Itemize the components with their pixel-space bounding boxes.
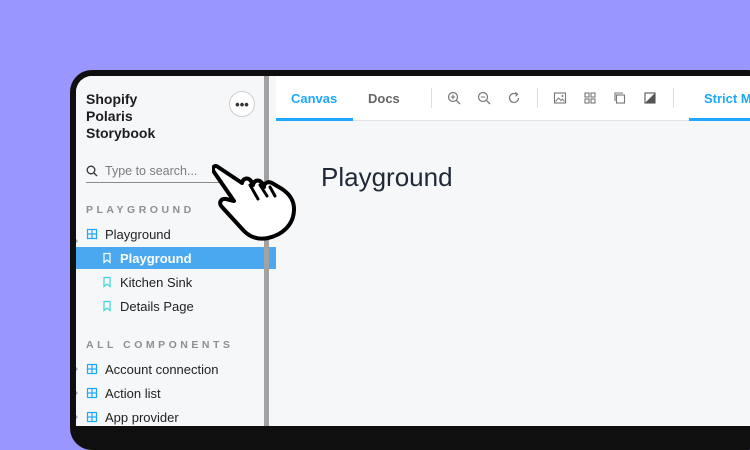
tree-story-kitchen-sink[interactable]: Kitchen Sink: [76, 271, 276, 293]
section-title-all-components: ALL COMPONENTS: [86, 339, 234, 351]
sidebar-resize-handle[interactable]: [264, 76, 269, 426]
tree-item-label: Playground: [105, 226, 171, 242]
component-icon: [86, 387, 98, 399]
tree-group-account-connection[interactable]: Account connection: [76, 358, 276, 380]
toolbar: Canvas Docs Strict M: [276, 76, 750, 121]
storybook-window: Shopify Polaris Storybook ••• PLAYGROUND…: [76, 76, 750, 426]
strict-mode-indicator: [689, 118, 750, 121]
active-tab-indicator: [276, 118, 353, 121]
grid-icon[interactable]: [583, 91, 597, 105]
tree-item-label: App provider: [105, 409, 179, 425]
tree-item-label: Details Page: [120, 298, 194, 314]
zoom-out-icon[interactable]: [477, 91, 491, 105]
tree-story-playground[interactable]: Playground: [76, 247, 276, 269]
contrast-icon[interactable]: [643, 91, 657, 105]
toolbar-divider: [431, 88, 432, 108]
tree-item-label: Account connection: [105, 361, 219, 377]
tab-docs[interactable]: Docs: [368, 76, 400, 120]
brand-line: Polaris: [86, 108, 133, 124]
reset-zoom-icon[interactable]: [507, 91, 521, 105]
tree-item-label: Action list: [105, 385, 161, 401]
preview-area: Canvas Docs Strict M Playground: [276, 76, 750, 426]
bookmark-icon: [101, 252, 113, 264]
component-icon: [86, 228, 98, 240]
brand-line: Storybook: [86, 125, 156, 141]
search-icon: [86, 165, 98, 177]
toolbar-divider: [673, 88, 674, 108]
toolbar-divider: [537, 88, 538, 108]
component-icon: [86, 363, 98, 375]
brand-title[interactable]: Shopify Polaris Storybook: [86, 91, 206, 142]
bookmark-icon: [101, 276, 113, 288]
section-title-playground: PLAYGROUND: [86, 204, 195, 216]
strict-mode-toggle[interactable]: Strict M: [704, 76, 750, 120]
tree-group-app-provider[interactable]: App provider: [76, 406, 276, 426]
tree-item-label: Kitchen Sink: [120, 274, 193, 290]
tab-canvas[interactable]: Canvas: [291, 76, 337, 120]
frame-icon[interactable]: [613, 91, 627, 105]
hand-pointer-icon: [212, 163, 296, 241]
bookmark-icon: [101, 300, 113, 312]
sidebar: Shopify Polaris Storybook ••• PLAYGROUND…: [76, 76, 276, 426]
image-icon[interactable]: [553, 91, 567, 105]
ellipsis-icon[interactable]: •••: [229, 91, 255, 117]
tree-story-details-page[interactable]: Details Page: [76, 295, 276, 317]
tree-item-label: Playground: [120, 250, 192, 266]
zoom-in-icon[interactable]: [447, 91, 461, 105]
brand-line: Shopify: [86, 91, 138, 107]
page-title: Playground: [321, 162, 453, 192]
component-icon: [86, 411, 98, 423]
tree-group-action-list[interactable]: Action list: [76, 382, 276, 404]
